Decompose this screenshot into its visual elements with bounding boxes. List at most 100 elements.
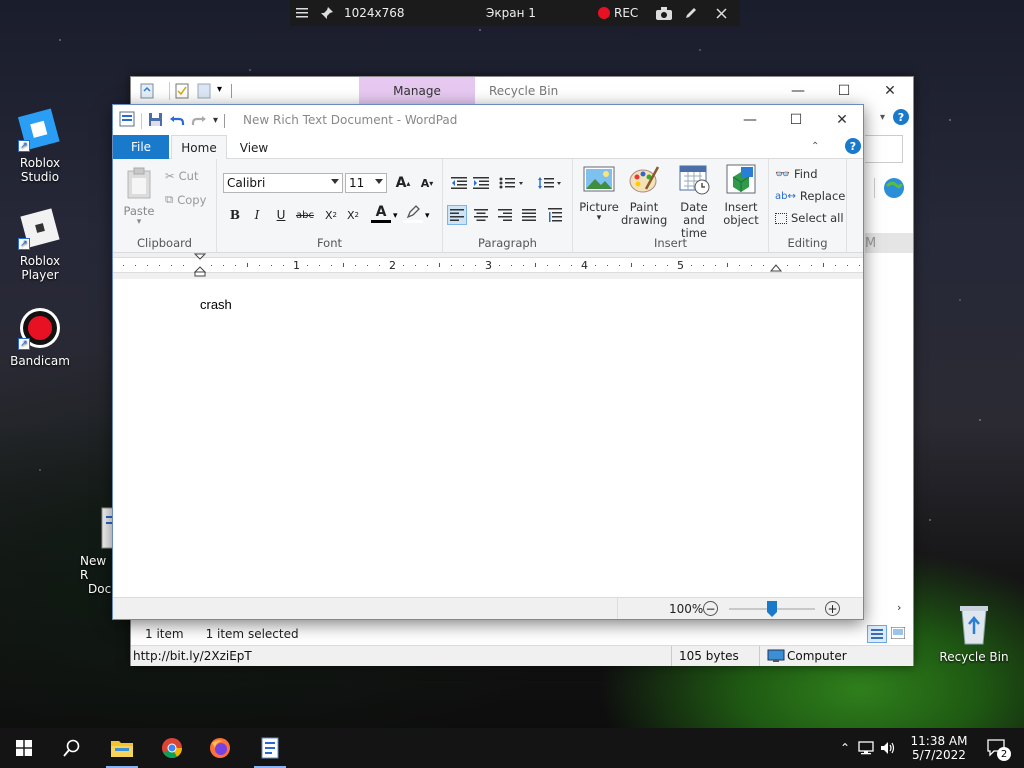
align-center-icon[interactable] bbox=[471, 205, 491, 225]
text-color-icon[interactable]: A bbox=[371, 203, 391, 223]
properties-icon[interactable] bbox=[175, 83, 189, 102]
paste-button[interactable]: Paste ▾ bbox=[123, 167, 155, 227]
find-button[interactable]: 👓 Find bbox=[775, 167, 818, 181]
tab-manage[interactable]: Manage bbox=[359, 77, 475, 105]
close-button[interactable]: ✕ bbox=[867, 77, 913, 105]
document-text[interactable]: crash bbox=[200, 297, 232, 312]
subscript-icon[interactable]: X2 bbox=[321, 205, 341, 225]
clipboard-icon bbox=[127, 167, 151, 199]
show-hidden-icons[interactable]: ⌃ bbox=[840, 741, 850, 755]
taskbar-firefox[interactable] bbox=[196, 728, 244, 768]
pin-icon[interactable] bbox=[320, 0, 334, 26]
action-center-button[interactable]: 2 bbox=[982, 728, 1012, 768]
object-label-line2: object bbox=[723, 213, 759, 227]
bullets-icon[interactable] bbox=[497, 173, 527, 193]
minimize-button[interactable]: — bbox=[727, 105, 773, 135]
tab-file[interactable]: File bbox=[113, 135, 169, 159]
clock[interactable]: 11:38 AM 5/7/2022 bbox=[908, 728, 970, 768]
menu-icon[interactable] bbox=[296, 0, 308, 26]
underline-icon[interactable]: U bbox=[271, 205, 291, 225]
copy-button[interactable]: ⧉ Copy bbox=[165, 192, 206, 207]
redo-icon[interactable] bbox=[191, 112, 207, 130]
zoom-slider-thumb[interactable] bbox=[767, 601, 777, 617]
superscript-icon[interactable]: X2 bbox=[343, 205, 363, 225]
help-icon[interactable]: ? bbox=[845, 138, 861, 154]
taskbar-chrome[interactable] bbox=[148, 728, 196, 768]
wordpad-app-icon[interactable] bbox=[119, 111, 135, 130]
text-color-dropdown-icon[interactable]: ▾ bbox=[393, 211, 398, 221]
desktop-icon-roblox-player[interactable]: ↗ Roblox Player bbox=[0, 206, 80, 282]
customize-toolbar-icon[interactable]: ▾ bbox=[217, 84, 222, 95]
decrease-indent-icon[interactable] bbox=[449, 173, 469, 193]
undo-icon[interactable] bbox=[169, 112, 185, 130]
date-time-button[interactable]: Date and time bbox=[669, 161, 719, 240]
highlight-icon[interactable] bbox=[403, 203, 423, 223]
insert-group: Picture ▾ Paint drawing Date and time In… bbox=[573, 159, 769, 253]
help-icon[interactable]: ? bbox=[893, 109, 909, 125]
desktop-icon-recycle-bin[interactable]: Recycle Bin bbox=[934, 602, 1014, 664]
document-area[interactable]: crash bbox=[113, 279, 863, 597]
increase-indent-icon[interactable] bbox=[471, 173, 491, 193]
new-folder-icon[interactable] bbox=[197, 83, 211, 102]
rec-button[interactable]: REC bbox=[598, 0, 638, 26]
line-spacing-icon[interactable] bbox=[535, 173, 565, 193]
right-indent-marker-icon[interactable] bbox=[770, 263, 782, 275]
insert-object-button[interactable]: Insert object bbox=[721, 161, 761, 227]
bold-icon[interactable]: B bbox=[225, 205, 245, 225]
italic-icon[interactable]: I bbox=[247, 205, 267, 225]
font-size-select[interactable]: 11 bbox=[345, 173, 387, 193]
search-box-edge[interactable] bbox=[865, 135, 903, 163]
search-button[interactable] bbox=[48, 728, 96, 768]
volume-icon[interactable] bbox=[880, 741, 896, 755]
cut-button[interactable]: ✂ Cut bbox=[165, 169, 198, 183]
taskbar-file-explorer[interactable] bbox=[98, 728, 146, 768]
wordpad-title-bar[interactable]: ▾ New Rich Text Document - WordPad — ☐ ✕ bbox=[113, 105, 863, 135]
start-button[interactable] bbox=[0, 728, 48, 768]
shrink-font-icon[interactable]: A ▾ bbox=[417, 173, 437, 193]
close-button[interactable]: ✕ bbox=[819, 105, 865, 135]
tab-view[interactable]: View bbox=[229, 135, 279, 160]
wordpad-window[interactable]: ▾ New Rich Text Document - WordPad — ☐ ✕… bbox=[112, 104, 864, 620]
replace-button[interactable]: ab↔ Replace bbox=[775, 189, 845, 203]
explorer-title-bar[interactable]: ▾ Manage Recycle Bin — ☐ ✕ bbox=[131, 77, 913, 105]
ruler[interactable]: 1 2 3 4 5 bbox=[113, 253, 863, 279]
minimize-button[interactable]: — bbox=[775, 77, 821, 105]
chevron-down-icon[interactable]: ▾ bbox=[880, 112, 885, 123]
zoom-out-icon[interactable]: − bbox=[703, 601, 718, 616]
close-icon[interactable] bbox=[716, 0, 727, 26]
indent-marker-icon[interactable] bbox=[194, 253, 206, 277]
large-icons-view-icon[interactable] bbox=[890, 626, 906, 642]
pencil-icon[interactable] bbox=[684, 0, 698, 26]
tab-home[interactable]: Home bbox=[171, 135, 227, 160]
justify-icon[interactable] bbox=[519, 205, 539, 225]
save-icon[interactable] bbox=[148, 112, 163, 130]
select-all-label: Select all bbox=[791, 211, 844, 225]
desktop-icon-roblox-studio[interactable]: ↗ Roblox Studio bbox=[0, 108, 80, 184]
globe-icon[interactable] bbox=[883, 177, 905, 199]
zoom-in-icon[interactable]: + bbox=[825, 601, 840, 616]
align-right-icon[interactable] bbox=[495, 205, 515, 225]
select-all-icon bbox=[775, 212, 787, 224]
wordpad-status-bar: 100% − + bbox=[113, 597, 863, 619]
camera-icon[interactable] bbox=[656, 0, 672, 26]
details-view-icon[interactable] bbox=[867, 625, 887, 643]
explorer-status-bar: 1 item 1 item selected bbox=[131, 623, 913, 645]
network-icon[interactable] bbox=[858, 741, 874, 755]
paint-drawing-button[interactable]: Paint drawing bbox=[621, 161, 667, 227]
customize-qat-icon[interactable]: ▾ bbox=[213, 115, 218, 126]
font-family-select[interactable]: Calibri bbox=[223, 173, 343, 193]
screen-label[interactable]: Экран 1 bbox=[486, 0, 536, 26]
strikethrough-icon[interactable]: abc bbox=[295, 205, 315, 225]
picture-button[interactable]: Picture ▾ bbox=[579, 161, 619, 223]
desktop-icon-bandicam[interactable]: ↗ Bandicam bbox=[0, 306, 80, 368]
grow-font-icon[interactable]: A ▴ bbox=[393, 173, 413, 193]
maximize-button[interactable]: ☐ bbox=[821, 77, 867, 105]
taskbar-wordpad[interactable] bbox=[246, 728, 294, 768]
maximize-button[interactable]: ☐ bbox=[773, 105, 819, 135]
paragraph-settings-icon[interactable] bbox=[545, 205, 565, 225]
highlight-dropdown-icon[interactable]: ▾ bbox=[425, 211, 430, 221]
scroll-right-icon[interactable]: › bbox=[897, 601, 901, 614]
align-left-icon[interactable] bbox=[447, 205, 467, 225]
select-all-button[interactable]: Select all bbox=[775, 211, 844, 225]
chevron-up-icon[interactable]: ⌃ bbox=[811, 141, 819, 152]
